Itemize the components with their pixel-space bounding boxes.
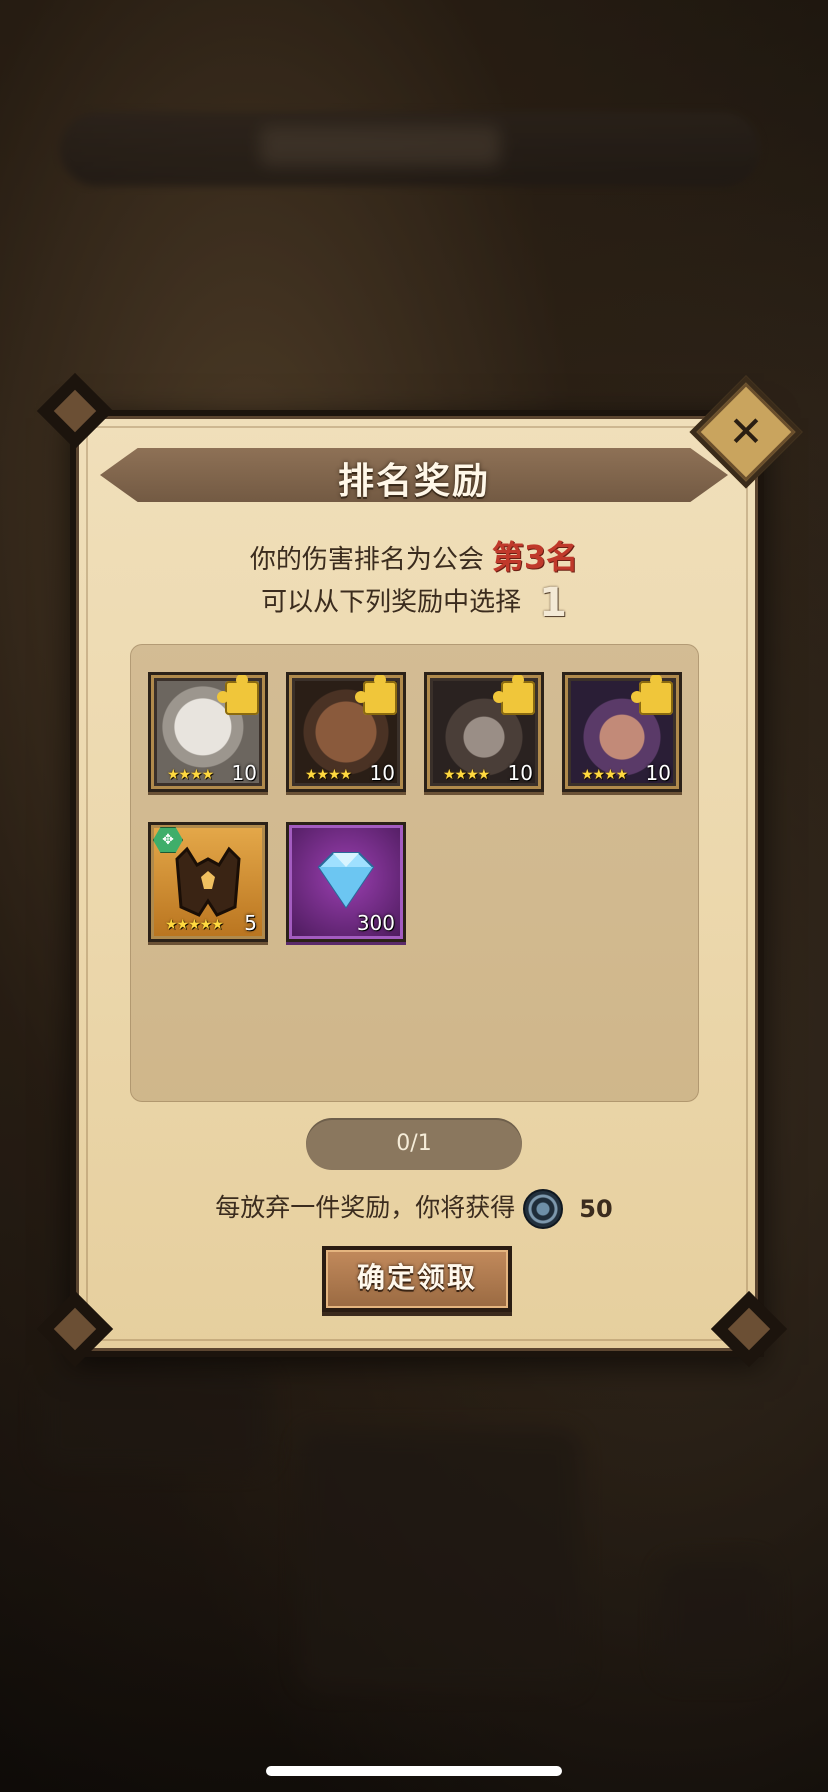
choose-count: 1: [539, 580, 567, 626]
star-rating: ★★★★: [443, 767, 490, 783]
reward-item-hero-2[interactable]: ★★★★ 10: [286, 672, 406, 792]
rank-value: 第3名: [491, 538, 579, 576]
reward-item-hero-4[interactable]: ★★★★ 10: [562, 672, 682, 792]
reward-count: 10: [231, 761, 257, 785]
dialog-title: 排名奖励: [337, 461, 490, 502]
star-rating: ★★★★: [167, 767, 214, 783]
coin-icon: [523, 1189, 564, 1229]
abandon-value: 50: [579, 1195, 613, 1223]
puzzle-icon: [217, 675, 259, 715]
reward-count: 10: [645, 761, 671, 785]
rank-text: 你的伤害排名为公会: [249, 545, 484, 575]
reward-count: 5: [244, 911, 257, 935]
puzzle-icon: [493, 675, 535, 715]
close-icon[interactable]: ✕: [706, 392, 786, 472]
selection-progress: 0/1: [306, 1118, 522, 1170]
abandon-info: 每放弃一件奖励，你将获得 50: [0, 1188, 828, 1229]
star-rating: ★★★★: [305, 767, 352, 783]
reward-item-diamond[interactable]: 300: [286, 822, 406, 942]
puzzle-icon: [355, 675, 397, 715]
star-rating: ★★★★: [581, 767, 628, 783]
star-rating: ★★★★★: [165, 917, 224, 933]
reward-item-equipment[interactable]: ✥ ★★★★★ 5: [148, 822, 268, 942]
choose-line: 可以从下列奖励中选择 1: [0, 580, 828, 626]
reward-count: 10: [507, 761, 533, 785]
puzzle-icon: [631, 675, 673, 715]
reward-count: 10: [369, 761, 395, 785]
home-indicator[interactable]: [266, 1766, 562, 1776]
abandon-text: 每放弃一件奖励，你将获得: [215, 1193, 516, 1222]
reward-item-hero-3[interactable]: ★★★★ 10: [424, 672, 544, 792]
reward-count: 300: [356, 911, 395, 935]
choose-text: 可以从下列奖励中选择: [261, 587, 522, 618]
rank-line: 你的伤害排名为公会 第3名: [0, 532, 828, 578]
confirm-claim-button[interactable]: 确定领取: [322, 1246, 512, 1312]
reward-item-hero-1[interactable]: ★★★★ 10: [148, 672, 268, 792]
